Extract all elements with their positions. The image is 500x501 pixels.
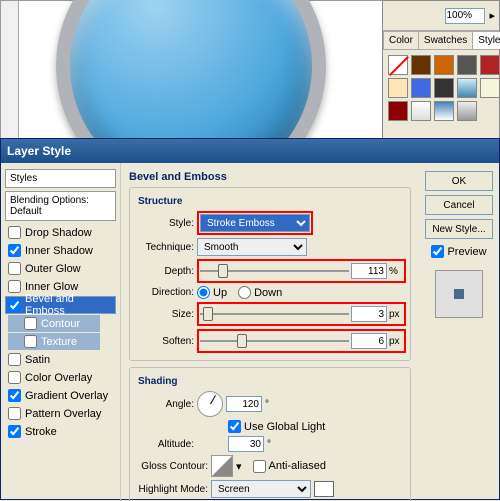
tab-swatches[interactable]: Swatches [418,31,473,49]
style-color-overlay[interactable]: Color Overlay [5,369,116,386]
section-title: Bevel and Emboss [129,171,411,183]
style-swatch[interactable] [388,101,408,121]
depth-input[interactable] [351,263,387,279]
canvas[interactable] [0,0,390,140]
style-swatch[interactable] [411,78,431,98]
style-pattern-overlay[interactable]: Pattern Overlay [5,405,116,422]
chevron-down-icon[interactable]: ▾ [236,460,242,473]
style-swatch[interactable] [480,55,500,75]
tab-color[interactable]: Color [383,31,419,49]
zoom-input[interactable] [445,8,485,24]
dropdown-icon[interactable]: ▸ [489,9,495,22]
styles-list: Styles Blending Options: Default Drop Sh… [1,163,121,501]
cancel-button[interactable]: Cancel [425,195,493,215]
technique-select[interactable]: Smooth [197,238,307,256]
antialiased-check[interactable] [253,460,266,473]
ok-button[interactable]: OK [425,171,493,191]
highlight-color[interactable] [314,481,334,497]
highlight-mode-select[interactable]: Screen [211,480,311,498]
depth-slider[interactable] [200,262,349,280]
style-swatch[interactable] [457,101,477,121]
style-gradient-overlay[interactable]: Gradient Overlay [5,387,116,404]
preview-box [435,270,483,318]
styles-header[interactable]: Styles [5,169,116,188]
dialog-buttons: OK Cancel New Style... Preview [419,163,499,501]
dir-down[interactable] [238,286,251,299]
gloss-contour[interactable] [211,455,233,477]
soften-input[interactable] [351,333,387,349]
global-light-check[interactable] [228,420,241,433]
style-none-icon[interactable] [388,55,408,75]
settings-panel: Bevel and Emboss Structure Style:Stroke … [121,163,419,501]
style-swatch[interactable] [457,55,477,75]
style-stroke[interactable]: Stroke [5,423,116,440]
style-inner-shadow[interactable]: Inner Shadow [5,242,116,259]
tab-styles[interactable]: Styles [472,31,500,49]
ruler-vertical [1,1,19,141]
style-outer-glow[interactable]: Outer Glow [5,260,116,277]
new-style-button[interactable]: New Style... [425,219,493,239]
titlebar[interactable]: Layer Style [1,139,499,163]
altitude-input[interactable] [228,436,264,452]
layer-style-dialog: Layer Style Styles Blending Options: Def… [0,138,500,500]
size-input[interactable] [351,306,387,322]
style-swatch[interactable] [388,78,408,98]
size-slider[interactable] [200,305,349,323]
style-swatch[interactable] [434,101,454,121]
panels-right: ▸ Color Swatches Styles [382,0,500,140]
blending-options[interactable]: Blending Options: Default [5,191,116,221]
style-contour[interactable]: Contour [8,315,100,332]
style-drop-shadow[interactable]: Drop Shadow [5,224,116,241]
structure-title: Structure [138,196,406,207]
style-swatch[interactable] [457,78,477,98]
style-bevel-emboss[interactable]: Bevel and Emboss [5,296,116,314]
angle-input[interactable] [226,396,262,412]
dir-up[interactable] [197,286,210,299]
style-swatch[interactable] [434,78,454,98]
style-select[interactable]: Stroke Emboss [200,214,310,232]
preview-check[interactable] [431,245,444,258]
style-satin[interactable]: Satin [5,351,116,368]
style-swatch[interactable] [411,55,431,75]
style-swatch[interactable] [480,78,500,98]
style-swatch[interactable] [411,101,431,121]
soften-slider[interactable] [200,332,349,350]
shading-title: Shading [138,376,406,387]
style-swatch[interactable] [434,55,454,75]
angle-dial[interactable] [197,391,223,417]
style-swatches [383,50,499,126]
style-texture[interactable]: Texture [8,333,100,350]
